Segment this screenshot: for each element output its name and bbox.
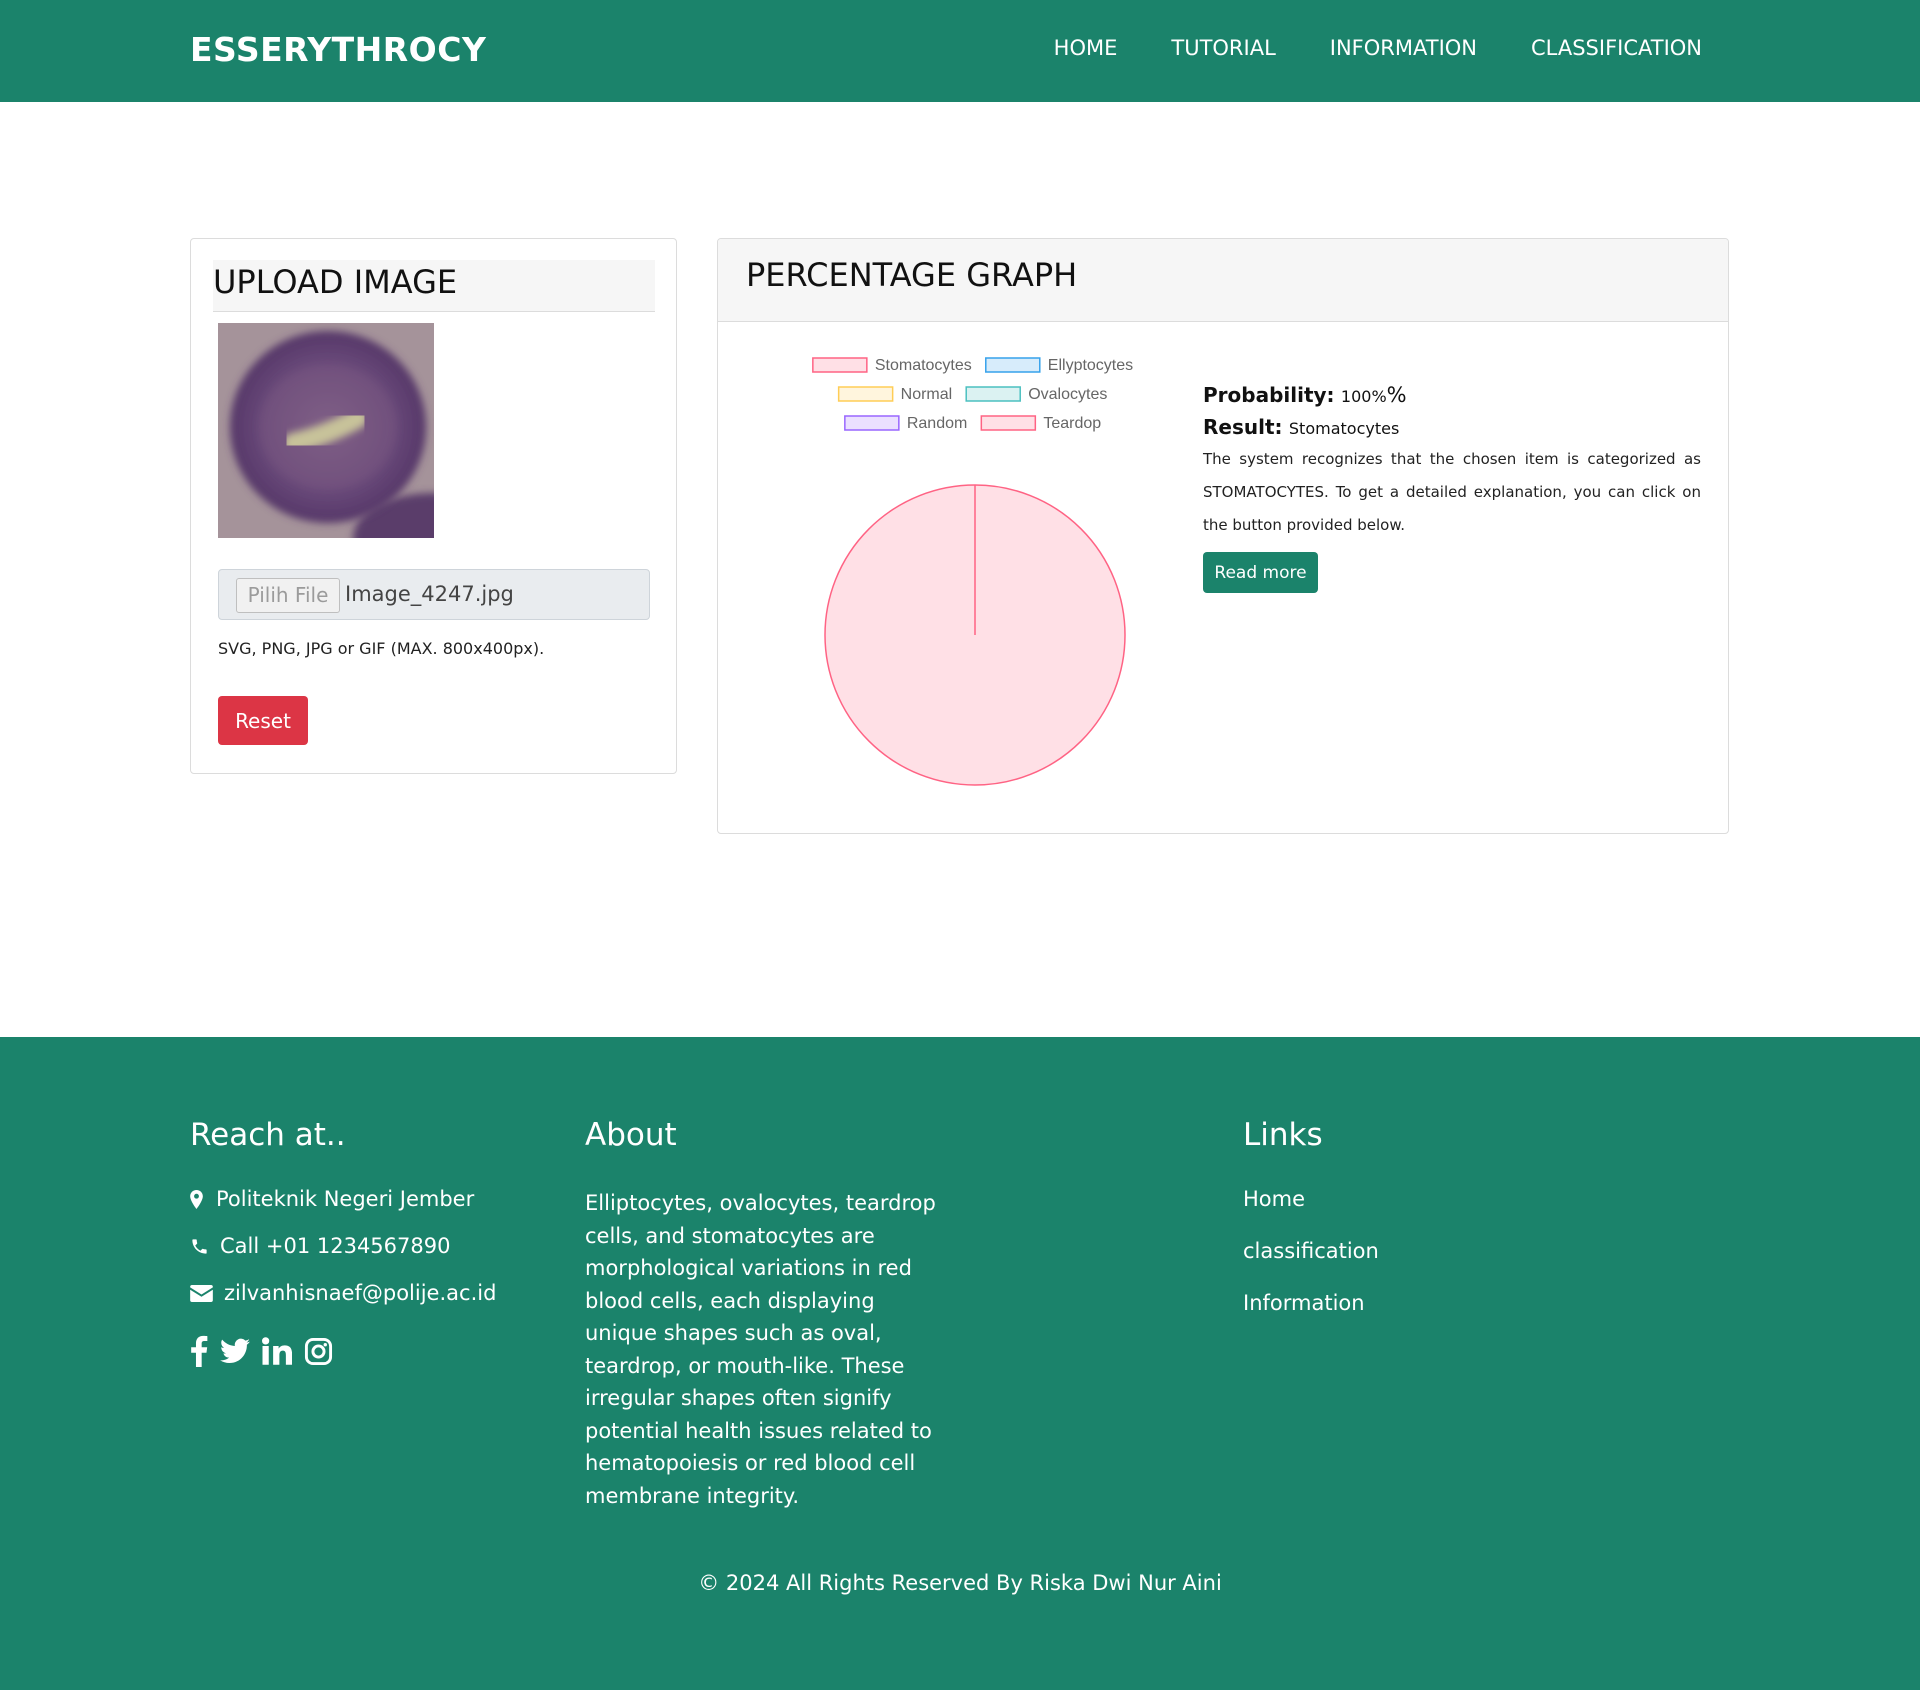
nav-tutorial[interactable]: TUTORIAL (1171, 36, 1275, 60)
legend-swatch-ellyptocytes[interactable] (985, 357, 1041, 373)
nav-home[interactable]: HOME (1054, 36, 1118, 60)
probability-line: Probability: 100%% (1203, 383, 1721, 407)
legend-swatch-random[interactable] (844, 415, 900, 431)
nav-classification[interactable]: CLASSIFICATION (1531, 36, 1702, 60)
file-input[interactable]: Pilih File Image_4247.jpg (218, 569, 650, 620)
linkedin-icon[interactable] (262, 1337, 293, 1369)
read-more-button[interactable]: Read more (1203, 552, 1318, 593)
phone-text: Call +01 1234567890 (220, 1234, 451, 1258)
legend-swatch-normal[interactable] (837, 386, 894, 402)
footer-links: Links Home classification Information (1243, 1117, 1379, 1343)
upload-card: UPLOAD IMAGE Pilih File Image_4247.jpg S… (190, 238, 677, 774)
graph-header: PERCENTAGE GRAPH (718, 239, 1728, 322)
about-heading: About (585, 1117, 677, 1153)
navbar: ESSERYTHROCY HOME TUTORIAL INFORMATION C… (0, 0, 1920, 102)
map-marker-icon (190, 1189, 216, 1209)
phone-icon (190, 1237, 220, 1256)
result-value: Stomatocytes (1288, 419, 1400, 438)
nav-information[interactable]: INFORMATION (1330, 36, 1477, 60)
choose-file-button[interactable]: Pilih File (236, 578, 340, 613)
uploaded-image-preview (218, 323, 434, 538)
pie-chart: Stomatocytes Ellyptocytes Normal Ovalocytes… (812, 357, 1133, 786)
social-links (190, 1335, 496, 1371)
phone-row: Call +01 1234567890 (190, 1234, 496, 1258)
result-line: Result: Stomatocytes (1203, 415, 1721, 439)
email-text[interactable]: zilvanhisnaef@polije.ac.id (224, 1281, 496, 1305)
probability-value: 100% (1340, 387, 1387, 406)
legend-label-ellyptocytes[interactable]: Ellyptocytes (1048, 357, 1133, 374)
reset-button[interactable]: Reset (218, 696, 308, 745)
instagram-icon[interactable] (304, 1337, 333, 1370)
envelope-icon (190, 1284, 224, 1302)
links-heading: Links (1243, 1117, 1323, 1153)
legend-swatch-stomatocytes[interactable] (812, 357, 868, 373)
probability-label: Probability: (1203, 383, 1335, 407)
address-text: Politeknik Negeri Jember (216, 1187, 475, 1211)
probability-suffix: % (1386, 383, 1407, 407)
facebook-icon[interactable] (190, 1335, 208, 1371)
legend-swatch-ovalocytes[interactable] (965, 386, 1021, 402)
nav-menu: HOME TUTORIAL INFORMATION CLASSIFICATION (1054, 36, 1702, 60)
graph-title: PERCENTAGE GRAPH (746, 256, 1078, 294)
reach-heading: Reach at.. (190, 1117, 346, 1153)
legend-label-ovalocytes[interactable]: Ovalocytes (1028, 386, 1107, 403)
legend-label-teardop[interactable]: Teardop (1043, 415, 1101, 432)
footer-about: About Elliptocytes, ovalocytes, teardrop… (585, 1117, 945, 1512)
legend-label-normal[interactable]: Normal (901, 386, 953, 403)
footer-link-home[interactable]: Home (1243, 1187, 1379, 1211)
address-row: Politeknik Negeri Jember (190, 1187, 496, 1211)
file-format-hint: SVG, PNG, JPG or GIF (MAX. 800x400px). (218, 639, 545, 658)
footer: Reach at.. Politeknik Negeri Jember Call… (0, 1037, 1920, 1690)
legend-swatch-teardop[interactable] (980, 415, 1037, 431)
twitter-icon[interactable] (220, 1338, 250, 1368)
result-description: The system recognizes that the chosen it… (1203, 450, 1701, 534)
upload-title: UPLOAD IMAGE (213, 260, 655, 312)
selected-file-name: Image_4247.jpg (345, 582, 514, 606)
footer-reach: Reach at.. Politeknik Negeri Jember Call… (190, 1117, 496, 1371)
graph-card: PERCENTAGE GRAPH Stomatocytes Ellyptocyte… (717, 238, 1729, 834)
about-text: Elliptocytes, ovalocytes, teardrop cells… (585, 1191, 936, 1508)
copyright: © 2024 All Rights Reserved By Riska Dwi … (698, 1571, 1222, 1595)
result-label: Result: (1203, 415, 1283, 439)
brand-logo[interactable]: ESSERYTHROCY (190, 30, 486, 69)
result-panel: Probability: 100%% Result: Stomatocytes … (1203, 383, 1721, 593)
footer-link-information[interactable]: Information (1243, 1291, 1379, 1315)
footer-link-classification[interactable]: classification (1243, 1239, 1379, 1263)
legend-label-stomatocytes[interactable]: Stomatocytes (875, 357, 972, 374)
legend-label-random[interactable]: Random (907, 415, 967, 432)
email-row: zilvanhisnaef@polije.ac.id (190, 1281, 496, 1305)
